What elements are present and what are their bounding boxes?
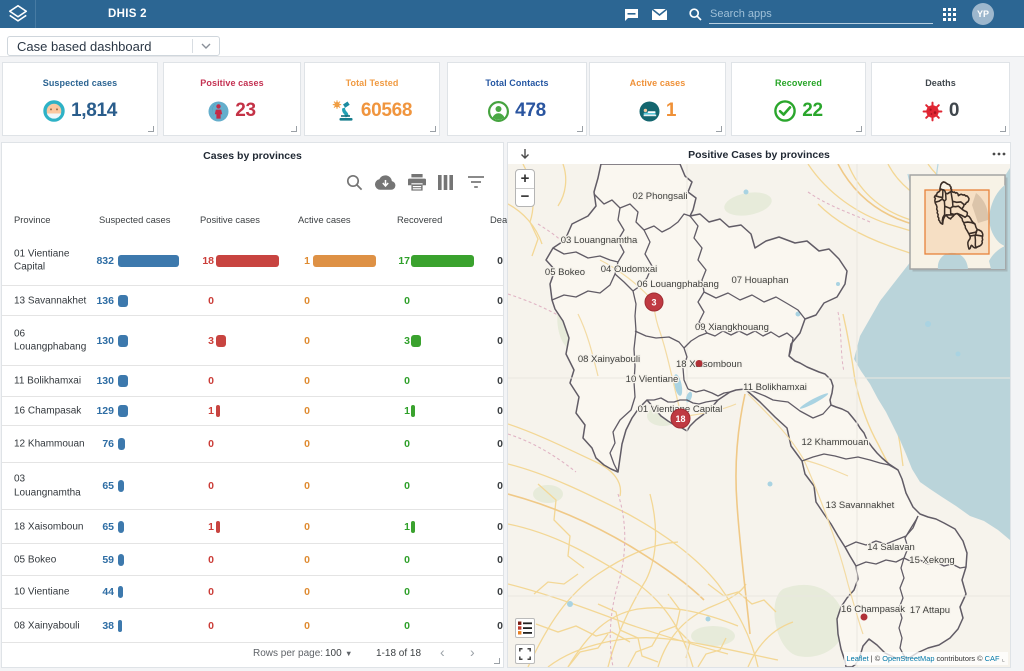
svg-text:10 Vientiane: 10 Vientiane	[626, 374, 679, 385]
svg-text:18 Xaisomboun: 18 Xaisomboun	[676, 359, 742, 370]
svg-text:17 Attapu: 17 Attapu	[910, 605, 950, 616]
svg-text:02 Phongsali: 02 Phongsali	[633, 191, 688, 202]
svg-text:16 Champasak: 16 Champasak	[841, 604, 905, 615]
svg-text:03 Louangnamtha: 03 Louangnamtha	[561, 235, 638, 246]
svg-text:05 Bokeo: 05 Bokeo	[545, 267, 585, 278]
svg-text:3: 3	[651, 298, 656, 308]
svg-text:07 Houaphan: 07 Houaphan	[731, 275, 788, 286]
svg-text:13 Savannakhet: 13 Savannakhet	[826, 500, 895, 511]
svg-text:12 Khammouan: 12 Khammouan	[801, 437, 868, 448]
svg-text:14 Salavan: 14 Salavan	[867, 542, 915, 553]
svg-text:15 Xekong: 15 Xekong	[909, 555, 954, 566]
svg-text:11 Bolikhamxai: 11 Bolikhamxai	[743, 382, 807, 393]
svg-text:09 Xiangkhouang: 09 Xiangkhouang	[695, 322, 769, 333]
svg-text:04 Oudomxai: 04 Oudomxai	[601, 264, 658, 275]
svg-text:08 Xainyabouli: 08 Xainyabouli	[578, 354, 640, 365]
svg-text:18: 18	[675, 414, 685, 424]
svg-text:06 Louangphabang: 06 Louangphabang	[637, 279, 719, 290]
